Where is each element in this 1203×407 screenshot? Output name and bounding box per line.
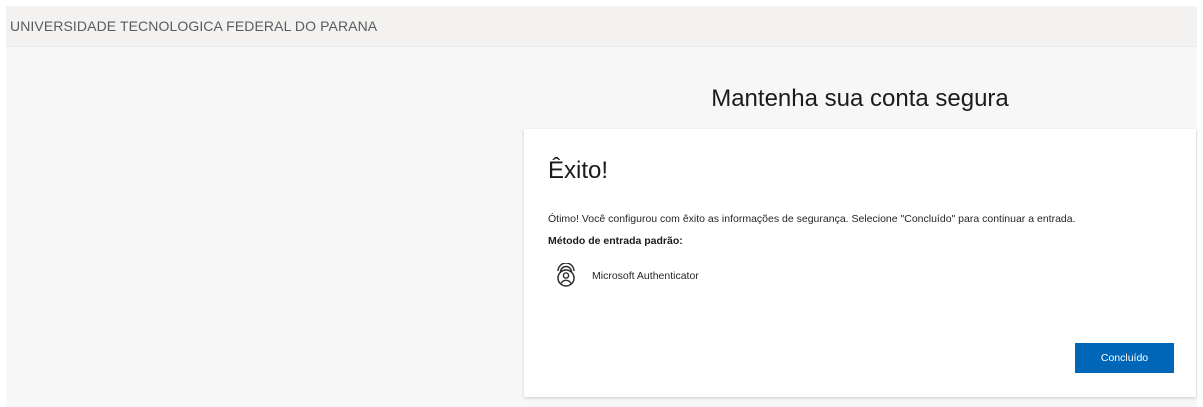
page-title: Mantenha sua conta segura [711,85,1009,112]
default-method-row: Microsoft Authenticator [554,262,1172,289]
page-frame: UNIVERSIDADE TECNOLOGICA FEDERAL DO PARA… [6,6,1197,407]
card-title: Êxito! [548,157,609,184]
success-card: Êxito! Ótimo! Você configurou com êxito … [524,129,1196,397]
authenticator-app-icon [554,262,578,289]
success-message: Ótimo! Você configurou com êxito as info… [548,213,1076,225]
organization-name: UNIVERSIDADE TECNOLOGICA FEDERAL DO PARA… [10,18,378,34]
top-banner: UNIVERSIDADE TECNOLOGICA FEDERAL DO PARA… [6,6,1197,47]
main-area: Mantenha sua conta segura Êxito! Ótimo! … [6,47,1197,407]
done-button[interactable]: Concluído [1075,343,1174,373]
default-method-heading: Método de entrada padrão: [548,235,683,247]
method-label: Microsoft Authenticator [592,270,699,282]
